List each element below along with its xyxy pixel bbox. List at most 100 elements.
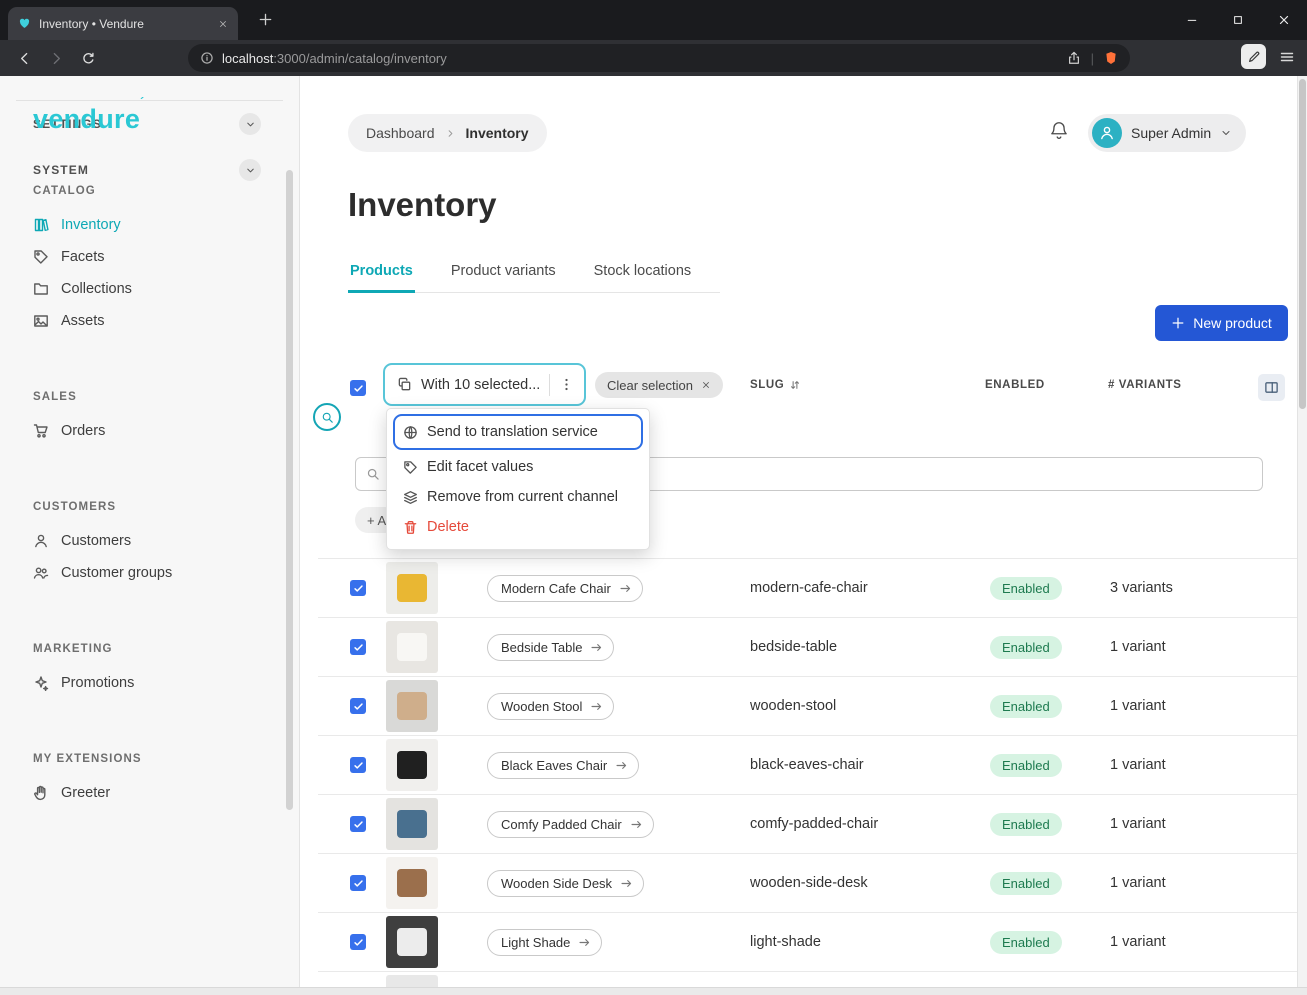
scrollbar-thumb[interactable] — [1299, 79, 1306, 409]
tab-stock-locations[interactable]: Stock locations — [592, 254, 694, 293]
check-icon — [353, 878, 364, 889]
site-info-icon[interactable] — [200, 51, 214, 65]
notifications-bell-icon[interactable] — [1048, 120, 1070, 142]
vendure-logo: vendure´ — [33, 104, 144, 135]
row-checkbox[interactable] — [350, 698, 366, 714]
breadcrumb-item-current: Inventory — [466, 125, 529, 141]
product-slug: bedside-table — [740, 639, 978, 655]
tab-title: Inventory • Vendure — [39, 17, 210, 31]
status-badge: Enabled — [990, 872, 1062, 895]
variant-count: 1 variant — [1098, 875, 1297, 891]
variant-count: 1 variant — [1098, 698, 1297, 714]
table-row: Bedside Tablebedside-tableEnabled1 varia… — [318, 617, 1297, 676]
cart-icon — [33, 423, 49, 439]
reload-button[interactable] — [74, 44, 102, 72]
chevron-right-icon — [445, 128, 456, 139]
sidebar-scrollbar[interactable] — [286, 170, 293, 810]
row-checkbox[interactable] — [350, 757, 366, 773]
tab-products[interactable]: Products — [348, 254, 415, 293]
sidebar-group-heading: CATALOG — [33, 185, 299, 197]
sidebar-item-orders[interactable]: Orders — [0, 415, 299, 447]
table-header: With 10 selected... Clear selection SLUG… — [318, 363, 1297, 413]
minimize-button[interactable] — [1169, 0, 1215, 40]
close-button[interactable] — [1261, 0, 1307, 40]
sidebar-item-customer-groups[interactable]: Customer groups — [0, 557, 299, 589]
maximize-button[interactable] — [1215, 0, 1261, 40]
sidebar-group-heading: CUSTOMERS — [33, 501, 299, 513]
column-header-slug[interactable]: SLUG — [750, 379, 801, 391]
sidebar-item-greeter[interactable]: Greeter — [0, 777, 299, 809]
status-badge: Enabled — [990, 813, 1062, 836]
new-tab-button[interactable] — [258, 12, 273, 27]
tag-icon — [403, 460, 418, 475]
kebab-menu-icon[interactable] — [559, 377, 574, 392]
favicon-icon — [18, 17, 31, 30]
product-name-link[interactable]: Black Eaves Chair — [487, 752, 639, 779]
sort-icon[interactable] — [789, 379, 801, 391]
sidebar: vendure´ CATALOG InventoryFacetsCollectio… — [0, 76, 300, 995]
share-icon[interactable] — [1067, 51, 1081, 65]
menu-item-delete[interactable]: Delete — [393, 512, 643, 542]
page-tabs: Products Product variants Stock location… — [348, 254, 720, 293]
translate-icon — [403, 425, 418, 440]
column-header-enabled[interactable]: ENABLED — [985, 379, 1045, 391]
status-badge: Enabled — [990, 636, 1062, 659]
close-icon[interactable] — [701, 380, 711, 390]
row-checkbox[interactable] — [350, 580, 366, 596]
sidebar-item-facets[interactable]: Facets — [0, 241, 299, 273]
divider — [549, 374, 550, 396]
product-thumbnail — [386, 562, 438, 614]
sidebar-group-heading: MY EXTENSIONS — [33, 753, 299, 765]
search-toggle-button[interactable] — [313, 403, 341, 431]
back-button[interactable] — [10, 44, 38, 72]
horizontal-scrollbar[interactable] — [0, 987, 1307, 995]
sidebar-groups: CATALOGInventoryFacetsCollectionsAssetsS… — [0, 171, 299, 809]
product-name-link[interactable]: Wooden Side Desk — [487, 870, 644, 897]
column-header-variants[interactable]: # VARIANTS — [1108, 379, 1182, 391]
url-path: :3000/admin/catalog/inventory — [273, 51, 446, 66]
new-product-button[interactable]: New product — [1155, 305, 1288, 341]
sidebar-item-promotions[interactable]: Promotions — [0, 667, 299, 699]
sidebar-item-customers[interactable]: Customers — [0, 525, 299, 557]
brave-shields-icon[interactable] — [1104, 51, 1118, 65]
product-name: Wooden Stool — [501, 699, 582, 714]
chevron-down-icon[interactable] — [239, 113, 261, 135]
breadcrumb-item-dashboard[interactable]: Dashboard — [366, 125, 435, 141]
product-name-link[interactable]: Light Shade — [487, 929, 602, 956]
product-name-link[interactable]: Wooden Stool — [487, 693, 614, 720]
clear-selection-chip[interactable]: Clear selection — [595, 372, 723, 398]
bulk-actions-button[interactable]: With 10 selected... — [383, 363, 586, 406]
sidebar-item-label: Promotions — [61, 675, 134, 691]
sidebar-item-assets[interactable]: Assets — [0, 305, 299, 337]
sparkle-icon — [33, 675, 49, 691]
browser-menu-icon[interactable] — [1279, 49, 1295, 65]
select-all-checkbox[interactable] — [350, 380, 366, 396]
sidebar-item-inventory[interactable]: Inventory — [0, 209, 299, 241]
sidebar-item-collections[interactable]: Collections — [0, 273, 299, 305]
sidebar-item-label: Greeter — [61, 785, 110, 801]
table-row: Black Eaves Chairblack-eaves-chairEnable… — [318, 735, 1297, 794]
row-checkbox[interactable] — [350, 934, 366, 950]
product-name-link[interactable]: Comfy Padded Chair — [487, 811, 654, 838]
product-name-link[interactable]: Bedside Table — [487, 634, 614, 661]
variant-count: 3 variants — [1098, 580, 1297, 596]
row-checkbox[interactable] — [350, 639, 366, 655]
status-badge: Enabled — [990, 931, 1062, 954]
row-checkbox[interactable] — [350, 875, 366, 891]
tab-product-variants[interactable]: Product variants — [449, 254, 558, 293]
page-scrollbar[interactable] — [1297, 76, 1307, 995]
user-menu[interactable]: Super Admin — [1088, 114, 1246, 152]
breadcrumb[interactable]: Dashboard Inventory — [348, 114, 547, 152]
column-settings-button[interactable] — [1258, 374, 1285, 401]
extension-icon[interactable] — [1241, 44, 1266, 69]
tab-close-icon[interactable] — [218, 19, 228, 29]
menu-item-send-to-translation-service[interactable]: Send to translation service — [393, 414, 643, 450]
menu-item-label: Edit facet values — [427, 459, 533, 475]
menu-item-edit-facet-values[interactable]: Edit facet values — [393, 452, 643, 482]
forward-button[interactable] — [42, 44, 70, 72]
product-name-link[interactable]: Modern Cafe Chair — [487, 575, 643, 602]
row-checkbox[interactable] — [350, 816, 366, 832]
menu-item-remove-from-current-channel[interactable]: Remove from current channel — [393, 482, 643, 512]
browser-tab[interactable]: Inventory • Vendure — [8, 7, 238, 40]
url-bar[interactable]: localhost:3000/admin/catalog/inventory | — [188, 44, 1130, 72]
